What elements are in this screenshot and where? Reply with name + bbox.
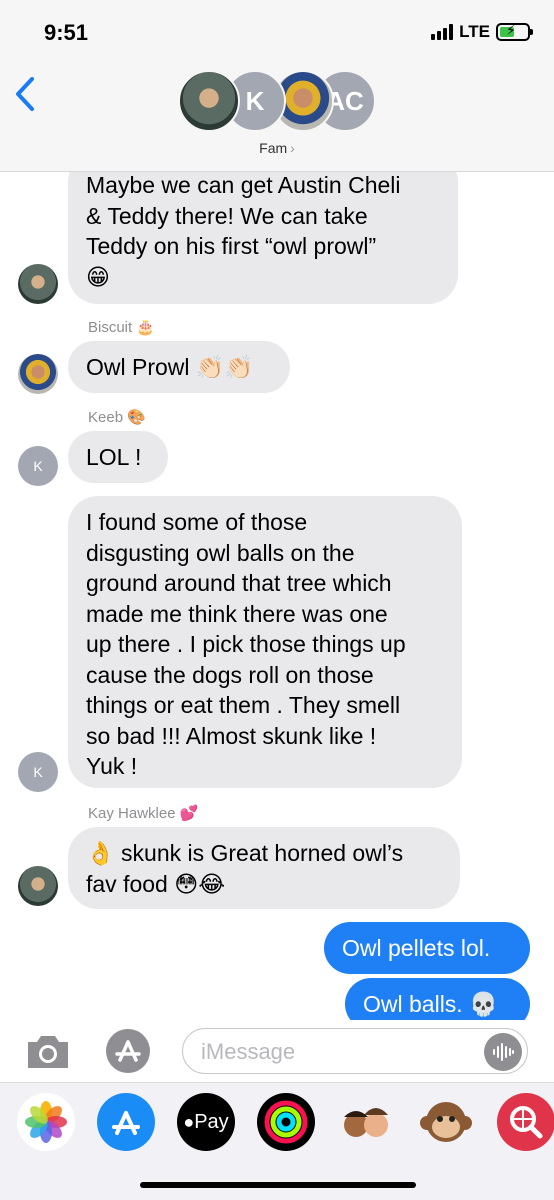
web-search-app-button[interactable]	[497, 1093, 554, 1151]
memoji-app-button[interactable]	[337, 1093, 395, 1151]
app-store-icon	[112, 1111, 140, 1135]
sender-avatar[interactable]	[18, 354, 58, 394]
battery-icon: ⚡	[496, 22, 533, 41]
animoji-monkey-icon	[420, 1102, 472, 1142]
activity-app-button[interactable]	[257, 1093, 315, 1151]
sender-name: Keeb 🎨	[88, 409, 146, 426]
apps-icon	[106, 1029, 150, 1073]
status-indicators: LTE ⚡	[431, 22, 533, 42]
message-input[interactable]	[201, 1039, 471, 1065]
group-name-label: Fam	[259, 140, 288, 156]
status-time: 9:51	[44, 20, 89, 45]
message-input-field[interactable]	[182, 1028, 528, 1074]
sender-avatar[interactable]	[18, 866, 58, 906]
message-list[interactable]: Maybe we can get Austin Cheli & Teddy th…	[0, 172, 554, 1020]
network-type: LTE	[459, 22, 490, 41]
memoji-icon	[344, 1108, 388, 1137]
sender-avatar[interactable]: K	[18, 446, 58, 486]
web-search-icon	[510, 1106, 543, 1139]
sender-name: Kay Hawklee 💕	[88, 805, 199, 822]
message-bubble[interactable]: 👌 skunk is Great horned owl’s fav food 😳…	[68, 827, 460, 909]
message-bubble-sent[interactable]: Owl pellets lol.	[324, 922, 530, 974]
message-bubble-sent[interactable]: Owl balls. 💀	[345, 978, 530, 1020]
apple-pay-icon: ●Pay	[183, 1110, 229, 1133]
app-store-button[interactable]	[103, 1028, 153, 1074]
audio-message-button[interactable]	[484, 1033, 522, 1071]
avatar-photo-diver	[178, 70, 240, 132]
signal-strength-icon	[431, 24, 454, 40]
message-bubble[interactable]: Maybe we can get Austin Cheli & Teddy th…	[68, 172, 458, 304]
sender-avatar[interactable]	[18, 264, 58, 304]
sender-avatar[interactable]: K	[18, 752, 58, 792]
waveform-icon	[493, 1043, 514, 1061]
home-indicator[interactable]	[140, 1182, 416, 1188]
message-bubble[interactable]: I found some of those disgusting owl bal…	[68, 496, 462, 788]
sender-name: Biscuit 🎂	[88, 319, 156, 336]
animoji-app-button[interactable]	[417, 1093, 475, 1151]
chevron-left-icon	[16, 77, 34, 111]
chevron-right-icon: ›	[290, 140, 295, 156]
photos-app-button[interactable]	[17, 1093, 75, 1151]
activity-icon	[264, 1100, 308, 1144]
app-store-app-button[interactable]	[97, 1093, 155, 1151]
conversation-header: 9:51 LTE ⚡ AC K Fam ›	[0, 0, 554, 172]
photos-icon	[17, 1093, 75, 1151]
camera-button[interactable]	[24, 1030, 72, 1072]
message-bubble[interactable]: LOL !	[68, 431, 168, 483]
compose-bar	[0, 1020, 554, 1082]
group-name-button[interactable]: Fam ›	[0, 140, 554, 156]
back-button[interactable]	[14, 76, 44, 112]
camera-icon	[28, 1036, 68, 1068]
message-bubble[interactable]: Owl Prowl 👏🏻👏🏻	[68, 341, 290, 393]
group-avatars[interactable]: AC K	[178, 70, 378, 132]
apple-pay-app-button[interactable]: ●Pay	[177, 1093, 235, 1151]
